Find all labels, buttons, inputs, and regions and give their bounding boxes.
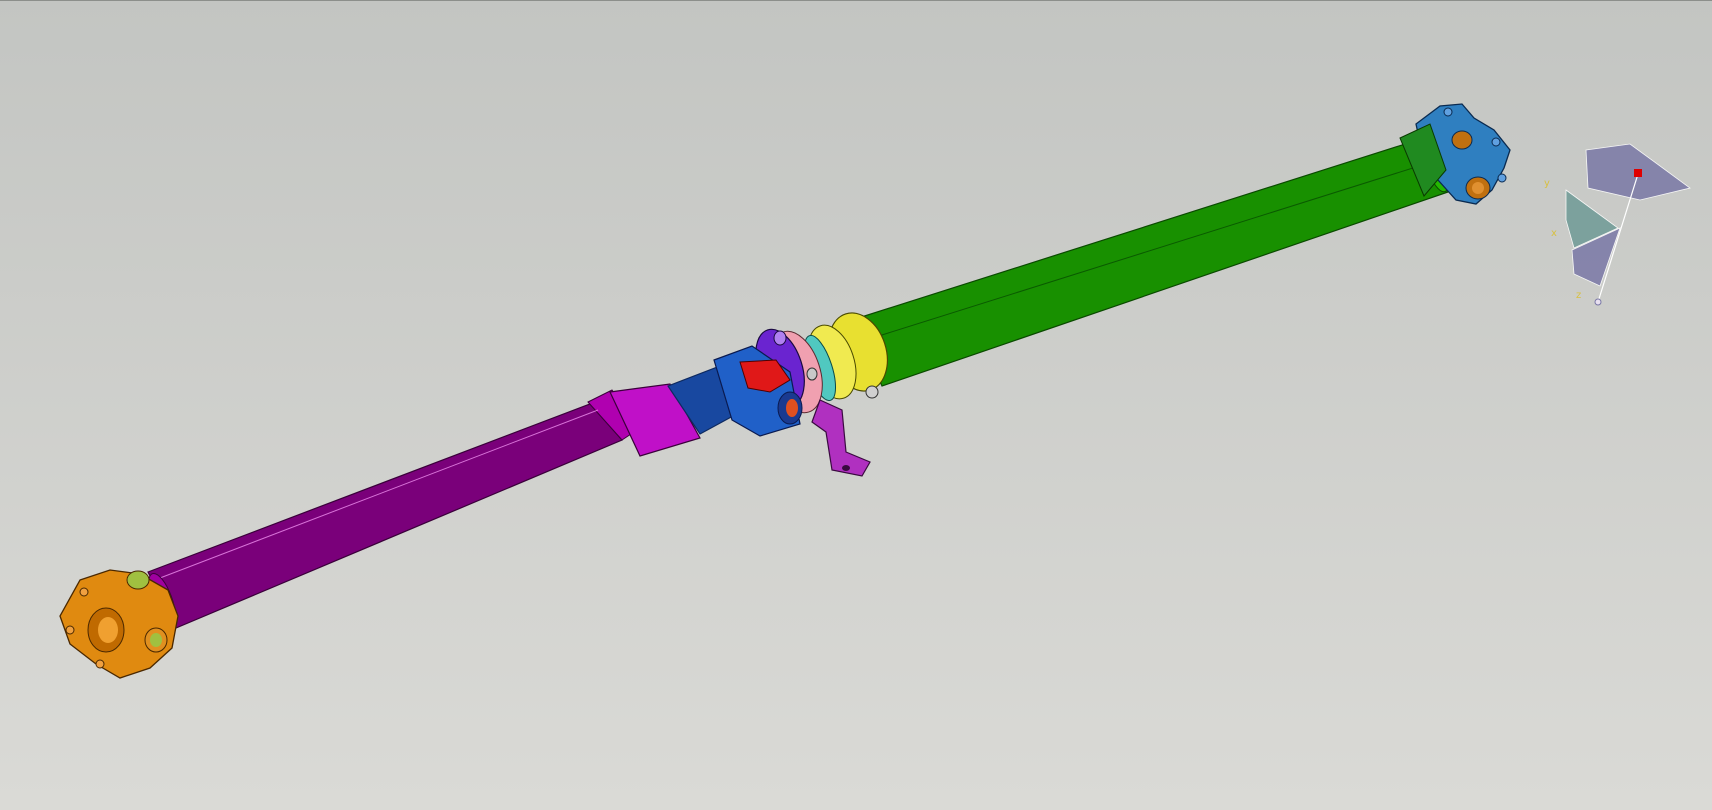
left-flange-bore-inner <box>98 617 118 643</box>
right-flange-eye-1-inner <box>1472 182 1484 194</box>
bracket-bolt <box>865 385 879 399</box>
right-flange-bolt-1 <box>1443 107 1453 117</box>
center-joint-bolt-2 <box>806 367 818 381</box>
left-flange-bolt-1 <box>79 587 89 597</box>
compass-label-z: z <box>1576 290 1581 301</box>
left-flange-eye-1 <box>126 570 150 590</box>
compass-label-y: y <box>1544 178 1550 189</box>
3d-viewport[interactable]: y x z <box>0 0 1712 810</box>
cad-scene[interactable]: y x z <box>0 0 1712 810</box>
left-flange-bolt-3 <box>95 659 105 669</box>
blue-yoke-eye-inner <box>786 399 798 417</box>
compass-label-x: x <box>1551 228 1557 239</box>
left-flange-bolt-2 <box>65 625 75 635</box>
left-flange-eye-2-inner <box>150 633 162 647</box>
compass-marker[interactable] <box>1634 169 1642 177</box>
bracket-hole <box>842 465 850 471</box>
right-flange-eye-2 <box>1451 130 1473 150</box>
compass-origin <box>1594 298 1602 306</box>
right-flange-bolt-2 <box>1491 137 1501 147</box>
right-flange-bolt-3 <box>1497 173 1507 183</box>
center-joint-bolt-1 <box>773 330 787 346</box>
